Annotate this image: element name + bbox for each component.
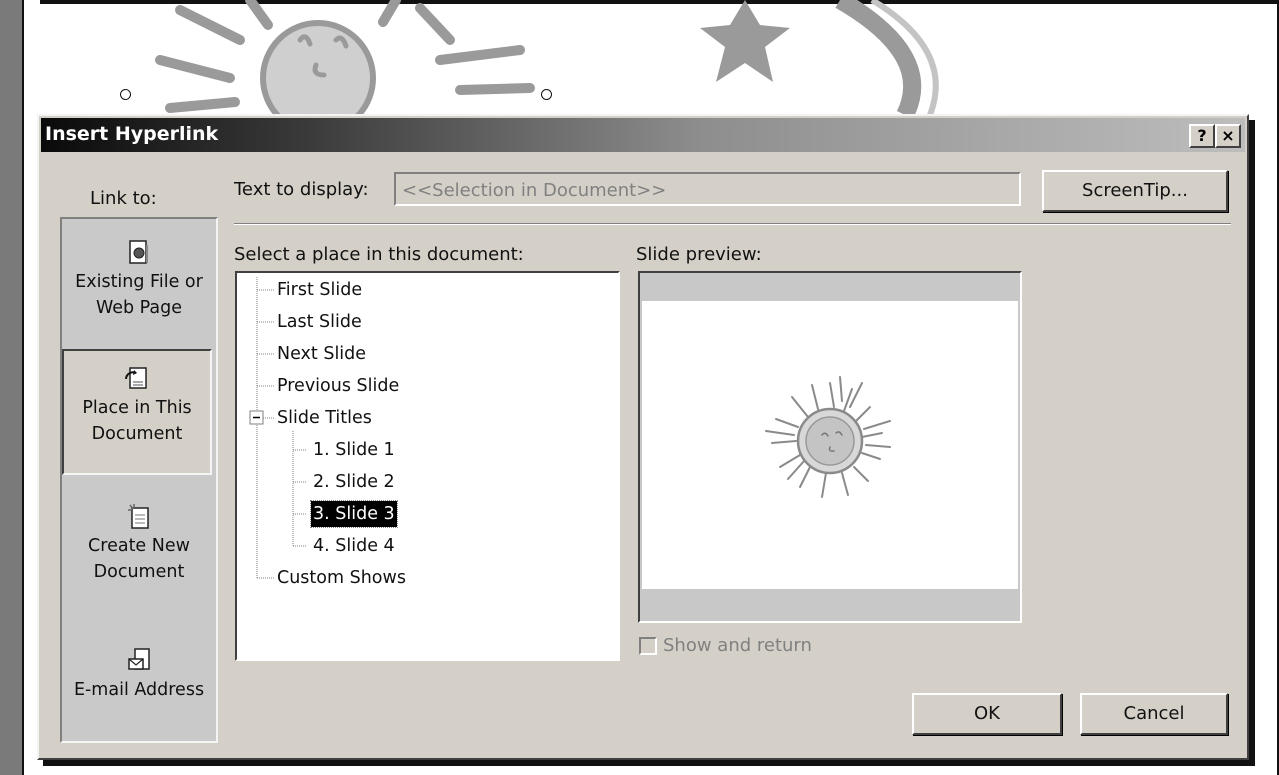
tree-item-next-slide[interactable]: Next Slide <box>277 341 366 367</box>
close-button[interactable]: × <box>1215 124 1241 148</box>
link-to-label: Link to: <box>90 188 157 209</box>
window-left-strip <box>0 0 22 775</box>
slide-preview-label: Slide preview: <box>636 244 762 265</box>
tree-item-last-slide[interactable]: Last Slide <box>277 309 362 335</box>
select-place-label: Select a place in this document: <box>234 244 524 265</box>
nav-existing-file[interactable]: Existing File or Web Page <box>62 239 216 321</box>
screentip-button[interactable]: ScreenTip... <box>1042 170 1228 212</box>
help-button[interactable]: ? <box>1189 124 1215 148</box>
insert-hyperlink-dialog: Insert Hyperlink ? × Link to: Existing F… <box>37 114 1249 760</box>
tree-item-custom-shows[interactable]: Custom Shows <box>277 565 406 591</box>
tree-item-slide-2[interactable]: 2. Slide 2 <box>313 469 395 495</box>
resize-handle-left[interactable] <box>120 89 131 100</box>
tree-item-slide-1[interactable]: 1. Slide 1 <box>313 437 395 463</box>
nav-create-new-line2: Document <box>93 562 185 582</box>
dialog-title: Insert Hyperlink <box>45 123 219 145</box>
nav-existing-file-line1: Existing File or <box>75 272 203 292</box>
nav-email-line1: E-mail Address <box>73 680 205 700</box>
show-and-return-row[interactable]: Show and return <box>639 635 812 656</box>
background-moon <box>835 0 939 115</box>
nav-place-line2: Document <box>91 424 183 444</box>
tree-item-first-slide[interactable]: First Slide <box>277 277 362 303</box>
nav-place-line1: Place in This <box>82 398 192 418</box>
background-sun <box>155 0 535 115</box>
tree-item-previous-slide[interactable]: Previous Slide <box>277 373 399 399</box>
show-and-return-checkbox[interactable] <box>639 637 657 655</box>
tree-item-slide-3[interactable]: 3. Slide 3 <box>310 500 398 528</box>
link-to-panel: Existing File or Web Page Place in This … <box>60 217 218 743</box>
slide-preview-canvas <box>642 301 1018 589</box>
slide-preview <box>638 271 1022 623</box>
document-arrow-icon <box>125 367 147 389</box>
show-and-return-label: Show and return <box>663 635 812 656</box>
text-to-display-input[interactable]: <<Selection in Document>> <box>394 172 1021 206</box>
nav-place-in-document[interactable]: Place in This Document <box>62 349 212 475</box>
minus-box-icon <box>249 410 264 425</box>
envelope-document-icon <box>128 648 150 670</box>
nav-email-address[interactable]: E-mail Address <box>62 647 216 703</box>
nav-create-new-line1: Create New <box>88 536 190 556</box>
document-globe-icon <box>129 240 148 264</box>
sun-thumbnail-icon <box>765 376 891 498</box>
nav-existing-file-line2: Web Page <box>95 298 183 318</box>
document-place-tree[interactable]: First Slide Last Slide Next Slide Previo… <box>235 271 620 661</box>
background-slide-art <box>155 0 939 115</box>
header-separator <box>234 223 1231 225</box>
resize-handle-right[interactable] <box>541 89 552 100</box>
new-document-icon <box>128 504 149 529</box>
tree-item-slide-4[interactable]: 4. Slide 4 <box>313 533 395 559</box>
tree-item-slide-titles[interactable]: Slide Titles <box>277 405 372 431</box>
text-to-display-label: Text to display: <box>234 179 369 200</box>
nav-create-new-document[interactable]: Create New Document <box>62 503 216 585</box>
cancel-button[interactable]: Cancel <box>1080 693 1228 735</box>
background-star <box>700 0 790 82</box>
dialog-titlebar[interactable]: Insert Hyperlink ? × <box>41 118 1245 152</box>
ok-button[interactable]: OK <box>912 693 1062 735</box>
